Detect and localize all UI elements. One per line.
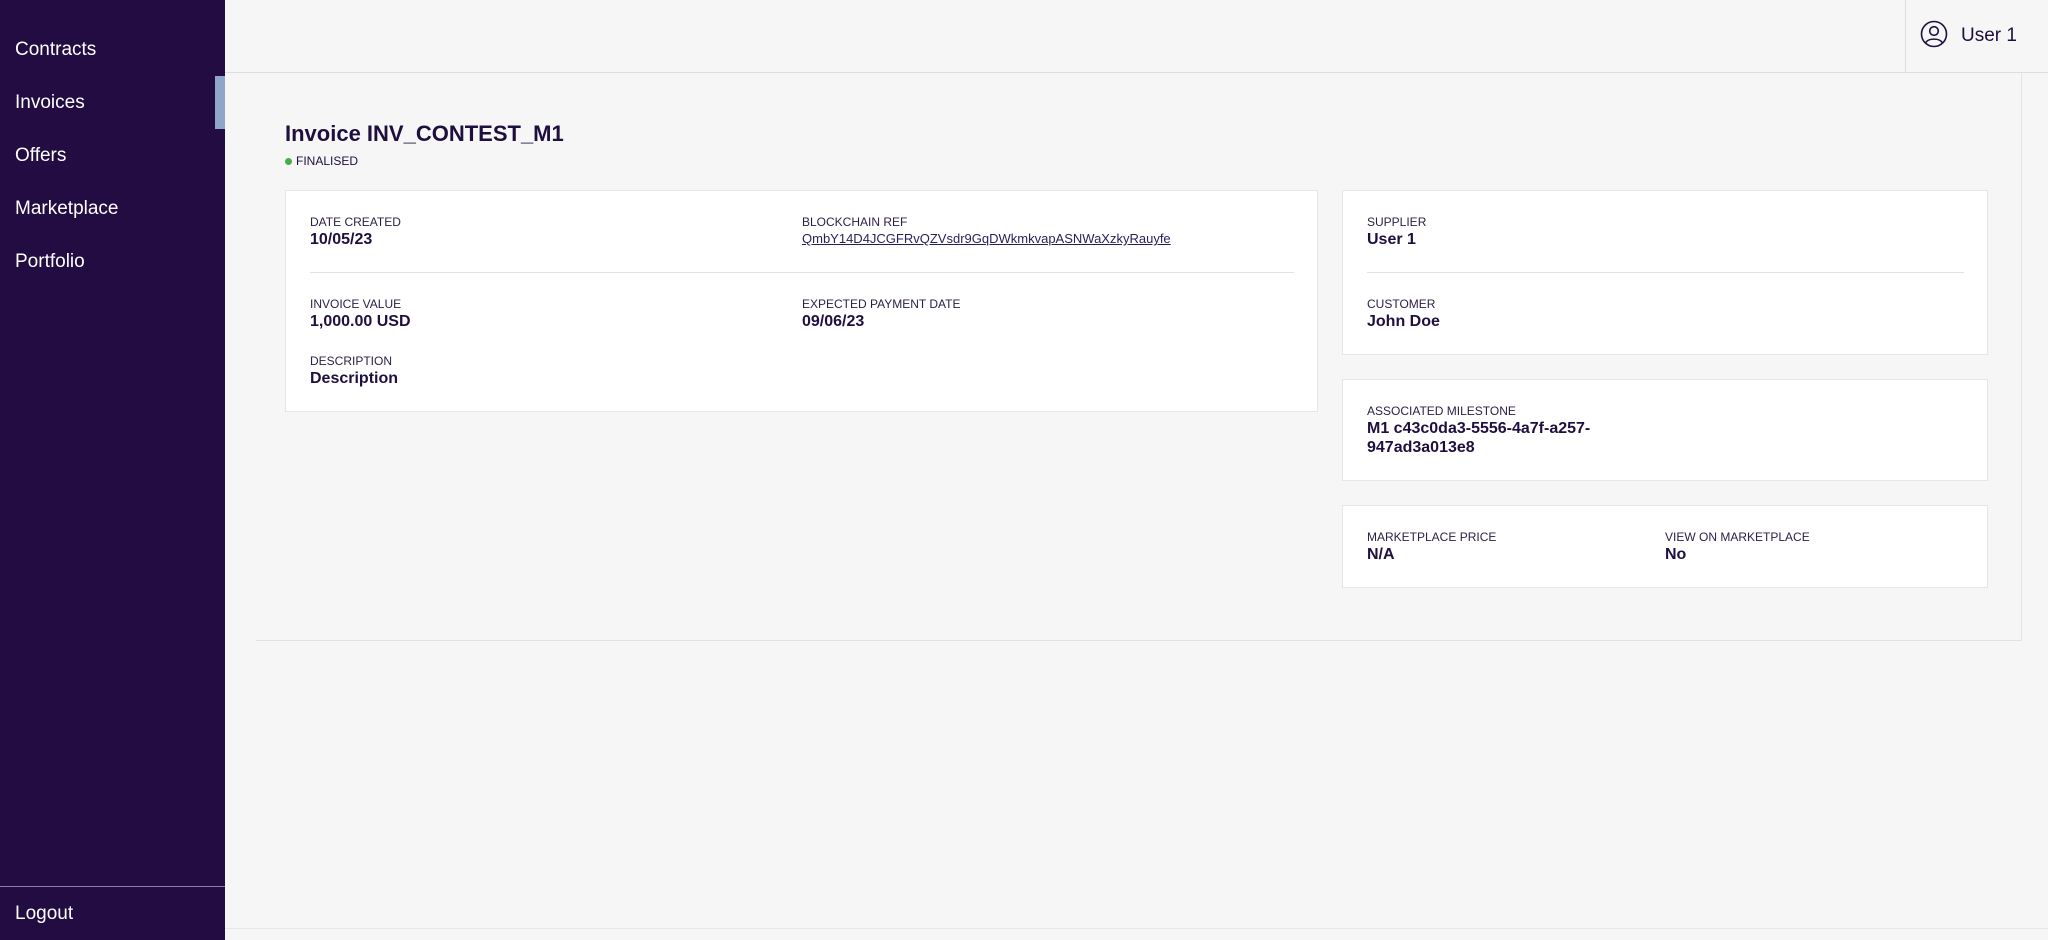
sidebar-item-label: Contracts — [15, 38, 97, 60]
milestone-value-line2: 947ad3a013e8 — [1367, 439, 1475, 456]
marketplace-price-value: N/A — [1367, 546, 1395, 563]
user-name: User 1 — [1961, 25, 2017, 46]
sidebar-item-label: Invoices — [15, 91, 85, 113]
sidebar-item-marketplace[interactable]: Marketplace — [0, 182, 225, 235]
sidebar-item-contracts[interactable]: Contracts — [0, 23, 225, 76]
view-on-marketplace-value: No — [1665, 546, 1687, 563]
marketplace-card: MARKETPLACE PRICE N/A VIEW ON MARKETPLAC… — [1342, 505, 1988, 588]
parties-card: SUPPLIER User 1 CUSTOMER John Doe — [1342, 190, 1988, 355]
invoice-details-card: DATE CREATED 10/05/23 BLOCKCHAIN REF Qmb… — [285, 190, 1318, 412]
logout-label: Logout — [15, 902, 74, 924]
customer-label: CUSTOMER — [1367, 297, 1436, 311]
sidebar-item-label: Portfolio — [15, 250, 85, 272]
blockchain-ref-label: BLOCKCHAIN REF — [802, 215, 908, 229]
date-created-label: DATE CREATED — [310, 215, 401, 229]
date-created-value: 10/05/23 — [310, 231, 373, 248]
user-icon — [1920, 20, 1948, 53]
divider — [1367, 272, 1964, 273]
sidebar: Contracts Invoices Offers Marketplace Po… — [0, 0, 225, 940]
supplier-label: SUPPLIER — [1367, 215, 1427, 229]
sidebar-item-label: Offers — [15, 144, 67, 166]
customer-value: John Doe — [1367, 313, 1440, 330]
bottom-border — [225, 928, 2048, 929]
sidebar-item-label: Marketplace — [15, 197, 119, 219]
sidebar-item-offers[interactable]: Offers — [0, 129, 225, 182]
divider — [310, 272, 1294, 273]
status-badge: FINALISED — [285, 154, 358, 168]
invoice-value-label: INVOICE VALUE — [310, 297, 402, 311]
status-dot-icon — [285, 157, 292, 165]
blockchain-ref-link[interactable]: QmbY14D4JCGFRvQZVsdr9GqDWkmkvapASNWaXzky… — [802, 231, 1171, 246]
description-label: DESCRIPTION — [310, 354, 393, 368]
panel-bottom-border — [256, 640, 2022, 641]
page-title: Invoice INV_CONTEST_M1 — [285, 121, 564, 146]
description-value: Description — [310, 370, 399, 387]
sidebar-item-portfolio[interactable]: Portfolio — [0, 235, 225, 288]
logout-button[interactable]: Logout — [0, 887, 225, 940]
expected-payment-value: 09/06/23 — [802, 313, 865, 330]
view-on-marketplace-label: VIEW ON MARKETPLACE — [1665, 530, 1810, 544]
marketplace-price-label: MARKETPLACE PRICE — [1367, 530, 1497, 544]
invoice-value: 1,000.00 USD — [310, 313, 411, 330]
status-text: FINALISED — [296, 154, 359, 168]
panel-edge — [2021, 73, 2022, 641]
user-menu[interactable]: User 1 — [1905, 0, 2048, 72]
milestone-value-line1: M1 c43c0da3-5556-4a7f-a257- — [1367, 420, 1591, 437]
expected-payment-label: EXPECTED PAYMENT DATE — [802, 297, 961, 311]
sidebar-item-invoices[interactable]: Invoices — [0, 76, 225, 129]
top-bar: User 1 — [225, 0, 2048, 73]
supplier-value: User 1 — [1367, 231, 1416, 248]
milestone-card: ASSOCIATED MILESTONE M1 c43c0da3-5556-4a… — [1342, 379, 1988, 481]
milestone-label: ASSOCIATED MILESTONE — [1367, 404, 1516, 418]
